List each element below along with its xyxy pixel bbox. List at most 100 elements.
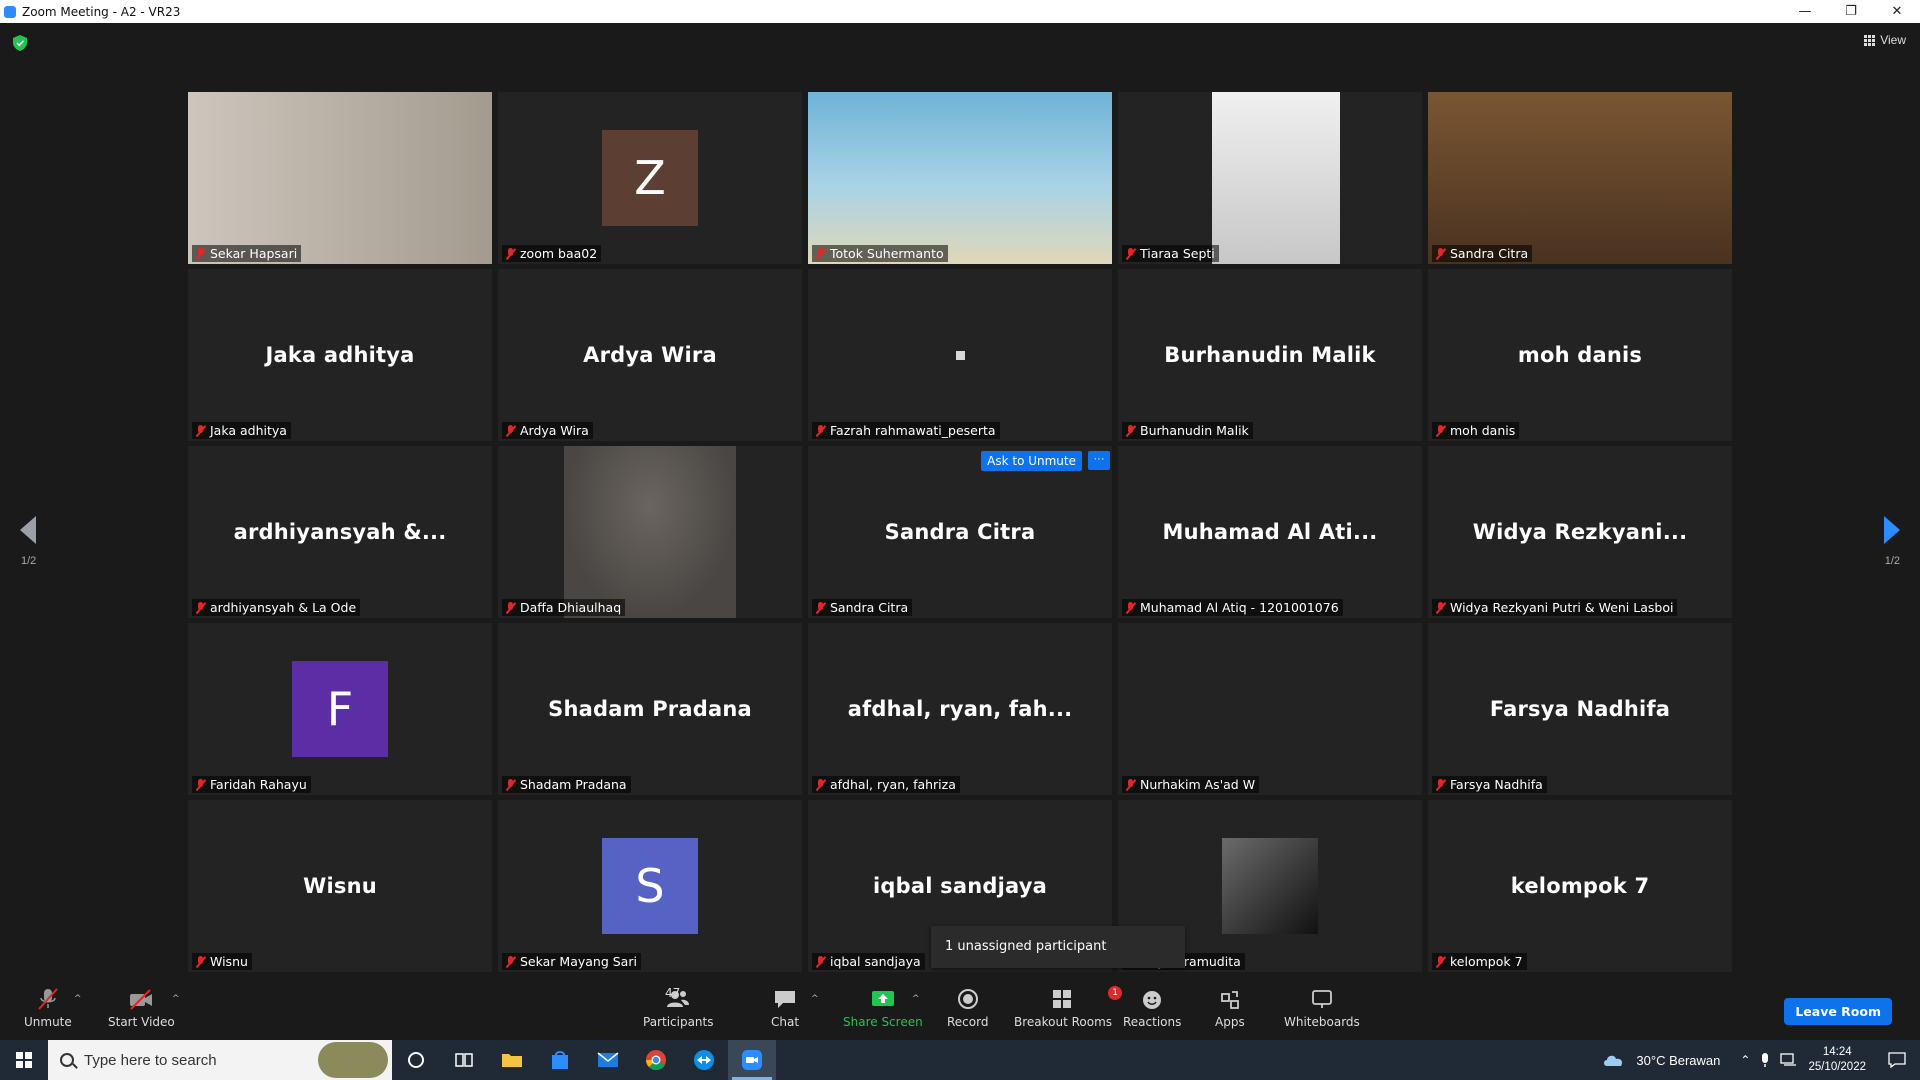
participant-tile[interactable]: Muhamad Al Ati... Muhamad Al Atiq - 12010… [1118, 446, 1422, 618]
chat-caret-icon[interactable]: ^ [811, 994, 819, 1004]
participant-tile[interactable]: Totok Suhermanto [808, 92, 1112, 264]
cortana-icon[interactable] [392, 1040, 440, 1080]
participant-tile[interactable]: Farsya Nadhifa Farsya Nadhifa [1428, 623, 1732, 795]
participant-gallery: Sekar Hapsari Zzoom baa02 Totok Suhermanto… [188, 92, 1732, 972]
muted-microphone-icon [815, 601, 826, 614]
previous-page-arrow-icon[interactable] [20, 516, 36, 544]
chrome-icon[interactable] [632, 1040, 680, 1080]
apps-icon [1220, 991, 1239, 1009]
record-icon [957, 989, 978, 1009]
participant-display-name: Muhamad Al Ati... [1162, 520, 1378, 544]
close-button[interactable]: ✕ [1874, 0, 1920, 23]
participant-display-name: kelompok 7 [1510, 874, 1650, 898]
reactions-button[interactable]: Reactions [1123, 988, 1181, 1029]
minimize-button[interactable]: — [1782, 0, 1828, 23]
unmute-button[interactable]: Unmute [24, 988, 72, 1029]
participant-tile[interactable]: S Sekar Mayang Sari [498, 800, 802, 972]
participant-tile[interactable]: ardhiyansyah &... ardhiyansyah & La Ode [188, 446, 492, 618]
muted-microphone-icon [1435, 424, 1446, 437]
restore-button[interactable]: ❐ [1828, 0, 1874, 23]
participant-tile[interactable]: Fazrah rahmawati_peserta [808, 269, 1112, 441]
teamviewer-icon[interactable] [680, 1040, 728, 1080]
participant-name-label: Totok Suhermanto [812, 245, 948, 262]
participant-name-label: Tiaraa Septi [1122, 245, 1219, 262]
participant-name-label: Daffa Dhiaulhaq [502, 599, 626, 616]
apps-button[interactable]: Apps [1215, 988, 1245, 1029]
muted-microphone-icon [1125, 247, 1136, 260]
weather-text[interactable]: 30°C Berawan [1636, 1053, 1720, 1068]
share-screen-label: Share Screen [843, 1015, 923, 1029]
network-icon[interactable] [1780, 1053, 1798, 1067]
participant-display-name: Jaka adhitya [265, 343, 415, 367]
clock-date: 25/10/2022 [1808, 1061, 1866, 1073]
participant-name: Totok Suhermanto [830, 246, 944, 261]
file-explorer-icon[interactable] [488, 1040, 536, 1080]
participant-tile[interactable]: Sekar Hapsari [188, 92, 492, 264]
taskbar-search-box[interactable]: Type here to search [48, 1040, 392, 1080]
audio-options-caret-icon[interactable]: ^ [74, 994, 82, 1004]
muted-microphone-icon [815, 778, 826, 791]
participant-tile[interactable]: Tiaraa Septi [1118, 92, 1422, 264]
participant-tile[interactable]: Shadam Pradana Shadam Pradana [498, 623, 802, 795]
security-shield-icon[interactable] [13, 35, 27, 51]
participant-tile[interactable]: afdhal, ryan, fah... afdhal, ryan, fahriz… [808, 623, 1112, 795]
participant-name-label: Nurhakim As'ad W [1122, 776, 1260, 793]
zoom-taskbar-icon[interactable] [728, 1040, 776, 1080]
chat-button[interactable]: Chat [771, 988, 799, 1029]
participant-tile[interactable]: Jaka adhitya Jaka adhitya [188, 269, 492, 441]
microsoft-store-icon[interactable] [536, 1040, 584, 1080]
share-options-caret-icon[interactable]: ^ [912, 994, 920, 1004]
view-button[interactable]: View [1864, 33, 1906, 47]
participant-avatar: Z [602, 130, 698, 226]
start-button[interactable] [0, 1040, 48, 1080]
start-video-button[interactable]: Start Video [108, 988, 175, 1029]
ask-to-unmute-button[interactable]: Ask to Unmute [981, 451, 1082, 471]
share-screen-button[interactable]: Share Screen [843, 988, 923, 1029]
more-options-button[interactable]: ··· [1088, 451, 1110, 470]
participant-name-label: afdhal, ryan, fahriza [812, 776, 960, 793]
participants-label: Participants [643, 1015, 714, 1029]
participant-tile[interactable]: F Faridah Rahayu [188, 623, 492, 795]
mail-icon[interactable] [584, 1040, 632, 1080]
next-page-arrow-icon[interactable] [1884, 516, 1900, 544]
taskbar-clock[interactable]: 14:24 25/10/2022 [1808, 1045, 1866, 1075]
video-options-caret-icon[interactable]: ^ [172, 994, 180, 1004]
task-view-icon[interactable] [440, 1040, 488, 1080]
zoom-app-icon [4, 5, 16, 18]
leave-room-button[interactable]: Leave Room [1784, 998, 1892, 1025]
participant-tile[interactable]: Zzoom baa02 [498, 92, 802, 264]
microphone-tray-icon[interactable] [1760, 1052, 1770, 1068]
participant-video [1212, 92, 1340, 264]
unmute-label: Unmute [24, 1015, 72, 1029]
participant-name-label: ardhiyansyah & La Ode [192, 599, 361, 616]
unassigned-participant-tooltip: 1 unassigned participant [931, 926, 1185, 968]
muted-microphone-icon [1435, 955, 1446, 968]
participant-tile[interactable]: Burhanudin Malik Burhanudin Malik [1118, 269, 1422, 441]
record-button[interactable]: Record [947, 988, 988, 1029]
participant-display-name: Burhanudin Malik [1164, 343, 1376, 367]
clock-time: 14:24 [1822, 1046, 1852, 1058]
participant-name: Farsya Nadhifa [1450, 777, 1543, 792]
participant-name: Sandra Citra [1450, 246, 1529, 261]
participant-name: ardhiyansyah & La Ode [210, 600, 357, 615]
participant-tile[interactable]: Nurhakim As'ad W [1118, 623, 1422, 795]
participant-tile[interactable]: Ardya Wira Ardya Wira [498, 269, 802, 441]
participant-tile[interactable]: Widya Rezkyani... Widya Rezkyani Putri & … [1428, 446, 1732, 618]
participant-display-name: Wisnu [303, 874, 377, 898]
muted-microphone-icon [505, 424, 516, 437]
participant-name-label: kelompok 7 [1432, 953, 1527, 970]
participant-tile[interactable]: Wisnu Wisnu [188, 800, 492, 972]
participant-tile[interactable]: Sandra Citra [1428, 92, 1732, 264]
notifications-icon[interactable] [1888, 1052, 1906, 1068]
breakout-rooms-button[interactable]: 1 Breakout Rooms [1014, 986, 1123, 1029]
participant-tile[interactable]: Daffa Dhiaulhaq [498, 446, 802, 618]
muted-microphone-icon [1125, 778, 1136, 791]
participant-tile[interactable]: moh danis moh danis [1428, 269, 1732, 441]
reactions-label: Reactions [1123, 1015, 1182, 1029]
whiteboards-button[interactable]: Whiteboards [1284, 988, 1360, 1029]
participants-button[interactable]: 47 Participants [643, 986, 714, 1029]
participant-tile[interactable]: kelompok 7 kelompok 7 [1428, 800, 1732, 972]
participant-tile[interactable]: Sandra Citra Ask to Unmute ··· Sandra Citra [808, 446, 1112, 618]
participant-video [1428, 92, 1732, 264]
show-hidden-icons-chevron-icon[interactable]: ⌃ [1740, 1053, 1750, 1067]
